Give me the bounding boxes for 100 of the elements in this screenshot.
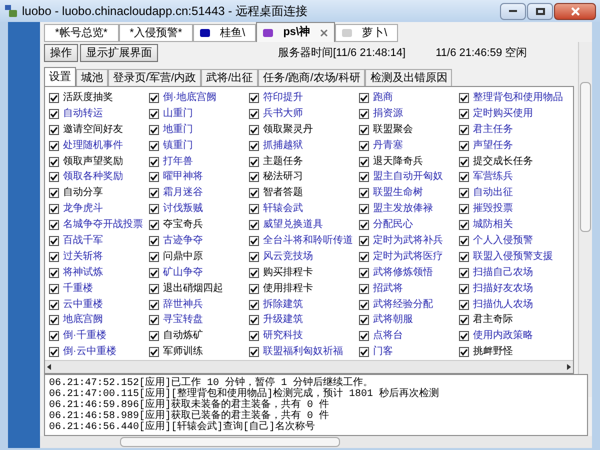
checkbox[interactable] bbox=[149, 108, 159, 119]
checkbox[interactable] bbox=[459, 220, 469, 230]
close-button[interactable] bbox=[554, 2, 596, 20]
scroll-thumb[interactable] bbox=[580, 82, 591, 232]
checkbox[interactable] bbox=[249, 92, 259, 103]
checkbox[interactable] bbox=[459, 268, 469, 278]
checkbox[interactable] bbox=[249, 140, 259, 151]
toolbar-button[interactable]: 显示扩展界面 bbox=[80, 44, 158, 62]
checkbox[interactable] bbox=[359, 204, 369, 214]
checkbox[interactable] bbox=[459, 172, 469, 182]
checkbox[interactable] bbox=[359, 236, 369, 246]
checkbox[interactable] bbox=[249, 236, 259, 246]
account-tab[interactable]: 萝卜\ bbox=[335, 24, 398, 42]
account-tab[interactable]: *帐号总览* bbox=[44, 24, 119, 42]
checkbox[interactable] bbox=[49, 220, 59, 230]
checkbox[interactable] bbox=[49, 252, 59, 262]
checkbox[interactable] bbox=[49, 124, 59, 135]
checkbox[interactable] bbox=[359, 252, 369, 262]
checkbox[interactable] bbox=[249, 331, 259, 342]
checkbox[interactable] bbox=[459, 300, 469, 310]
checkbox[interactable] bbox=[249, 347, 259, 358]
checkbox[interactable] bbox=[359, 124, 369, 135]
checkbox[interactable] bbox=[359, 347, 369, 358]
settings-tab[interactable]: 设置 bbox=[44, 67, 76, 86]
checkbox[interactable] bbox=[359, 140, 369, 151]
checkbox[interactable] bbox=[359, 284, 369, 294]
checkbox[interactable] bbox=[49, 268, 59, 278]
checkbox[interactable] bbox=[249, 124, 259, 135]
settings-tab[interactable]: 登录页/军营/内政 bbox=[108, 69, 202, 86]
checkbox[interactable] bbox=[359, 188, 369, 198]
checkbox[interactable] bbox=[249, 252, 259, 262]
checkbox[interactable] bbox=[149, 204, 159, 214]
checkbox[interactable] bbox=[149, 92, 159, 103]
bottom-scroll-thumb[interactable] bbox=[120, 437, 340, 447]
checkbox[interactable] bbox=[249, 220, 259, 230]
checkbox[interactable] bbox=[149, 188, 159, 198]
horizontal-scrollbar[interactable] bbox=[45, 360, 573, 373]
checkbox[interactable] bbox=[49, 331, 59, 342]
toolbar-button[interactable]: 操作 bbox=[44, 44, 78, 62]
settings-tab[interactable]: 任务/跑商/农场/科研 bbox=[258, 69, 366, 86]
checkbox[interactable] bbox=[459, 204, 469, 214]
checkbox[interactable] bbox=[149, 300, 159, 310]
checkbox[interactable] bbox=[149, 268, 159, 278]
checkbox[interactable] bbox=[149, 331, 159, 342]
checkbox[interactable] bbox=[459, 188, 469, 198]
scroll-left-icon[interactable] bbox=[47, 364, 51, 370]
minimize-button[interactable] bbox=[500, 2, 526, 20]
checkbox[interactable] bbox=[249, 315, 259, 326]
checkbox[interactable] bbox=[249, 156, 259, 166]
checkbox[interactable] bbox=[49, 315, 59, 326]
bottom-scrollbar[interactable] bbox=[40, 436, 592, 448]
checkbox[interactable] bbox=[49, 300, 59, 310]
checkbox[interactable] bbox=[359, 172, 369, 182]
settings-tab[interactable]: 检测及出错原因 bbox=[365, 69, 452, 86]
checkbox[interactable] bbox=[359, 220, 369, 230]
checkbox[interactable] bbox=[359, 92, 369, 103]
checkbox[interactable] bbox=[359, 108, 369, 119]
checkbox[interactable] bbox=[359, 156, 369, 166]
checkbox[interactable] bbox=[49, 108, 59, 119]
checkbox[interactable] bbox=[149, 220, 159, 230]
account-tab[interactable]: ps\神 bbox=[256, 22, 336, 42]
checkbox[interactable] bbox=[149, 284, 159, 294]
checkbox[interactable] bbox=[149, 236, 159, 246]
checkbox[interactable] bbox=[459, 124, 469, 135]
checkbox[interactable] bbox=[49, 204, 59, 214]
checkbox[interactable] bbox=[459, 108, 469, 119]
checkbox[interactable] bbox=[149, 172, 159, 182]
checkbox[interactable] bbox=[459, 92, 469, 103]
checkbox[interactable] bbox=[459, 315, 469, 326]
checkbox[interactable] bbox=[149, 140, 159, 151]
checkbox[interactable] bbox=[49, 284, 59, 294]
checkbox[interactable] bbox=[459, 140, 469, 151]
checkbox[interactable] bbox=[49, 172, 59, 182]
checkbox[interactable] bbox=[249, 204, 259, 214]
checkbox[interactable] bbox=[359, 268, 369, 278]
checkbox[interactable] bbox=[459, 236, 469, 246]
settings-tab[interactable]: 城池 bbox=[76, 69, 108, 86]
checkbox[interactable] bbox=[49, 140, 59, 151]
checkbox[interactable] bbox=[249, 172, 259, 182]
vertical-scrollbar[interactable] bbox=[578, 42, 592, 397]
checkbox[interactable] bbox=[49, 156, 59, 166]
checkbox[interactable] bbox=[249, 188, 259, 198]
checkbox[interactable] bbox=[459, 284, 469, 294]
checkbox[interactable] bbox=[149, 315, 159, 326]
checkbox[interactable] bbox=[49, 188, 59, 198]
checkbox[interactable] bbox=[49, 347, 59, 358]
checkbox[interactable] bbox=[149, 124, 159, 135]
checkbox[interactable] bbox=[459, 331, 469, 342]
settings-tab[interactable]: 武将/出征 bbox=[201, 69, 258, 86]
restore-button[interactable] bbox=[527, 2, 553, 20]
checkbox[interactable] bbox=[249, 268, 259, 278]
checkbox[interactable] bbox=[49, 236, 59, 246]
checkbox[interactable] bbox=[249, 108, 259, 119]
checkbox[interactable] bbox=[149, 156, 159, 166]
checkbox[interactable] bbox=[359, 331, 369, 342]
checkbox[interactable] bbox=[359, 315, 369, 326]
account-tab[interactable]: 桂鱼\ bbox=[193, 24, 256, 42]
checkbox[interactable] bbox=[459, 347, 469, 358]
checkbox[interactable] bbox=[459, 156, 469, 166]
scroll-right-icon[interactable] bbox=[567, 364, 571, 370]
